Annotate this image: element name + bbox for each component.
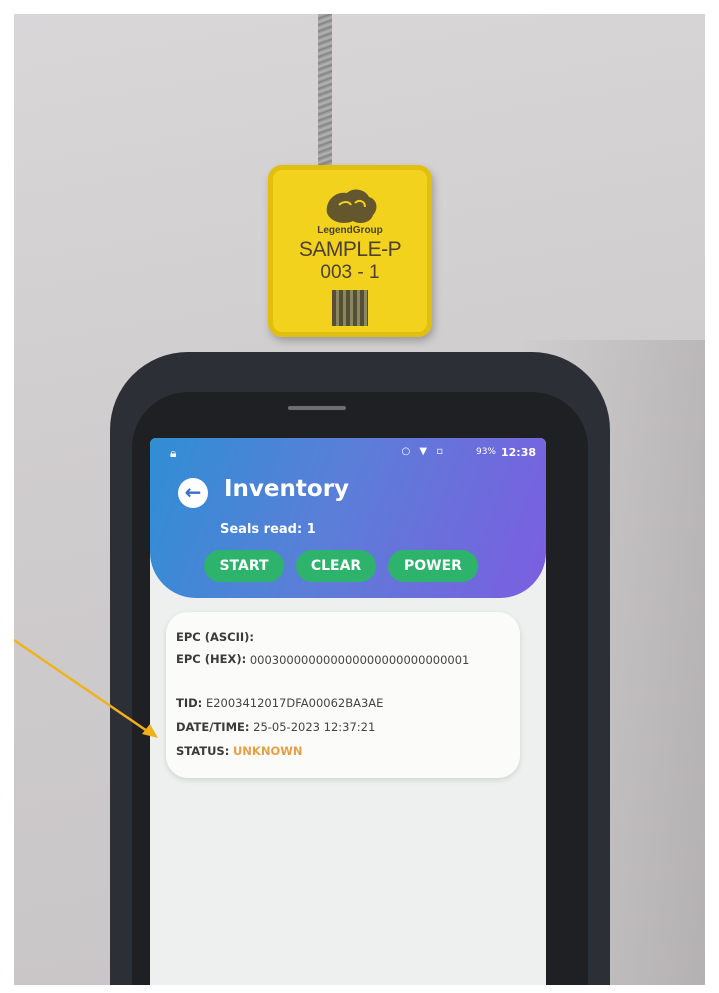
qr-code-icon (332, 290, 368, 326)
status-time: 12:38 (500, 446, 536, 459)
datetime-label: DATE/TIME: (176, 720, 250, 734)
status-bar: 🔒︎ ○ ▼ ▫ 93% 12:38 (164, 444, 536, 464)
epc-hex-value: 000300000000000000000000000001 (249, 653, 470, 667)
app-header: 🔒︎ ○ ▼ ▫ 93% 12:38 ← Inventory Seals rea… (150, 438, 546, 598)
lion-logo-icon (326, 189, 377, 223)
epc-hex-label: EPC (HEX): (176, 652, 247, 666)
signal-wifi-icons: ○ ▼ ▫ (401, 446, 446, 457)
battery-level: 93% (475, 447, 496, 457)
status-row: STATUS: UNKNOWN (176, 744, 303, 758)
seal-tag: LegendGroup SAMPLE-P 003 - 1 (268, 165, 432, 337)
page-title: Inventory (224, 476, 350, 502)
power-button[interactable]: POWER (388, 550, 478, 582)
epc-hex-row: EPC (HEX): 00030000000000000000000000000… (176, 652, 492, 668)
seal-cable (318, 0, 332, 172)
datetime-row: DATE/TIME: 25-05-2023 12:37:21 (176, 720, 375, 734)
epc-ascii-label: EPC (ASCII): (176, 630, 255, 644)
seal-record-card[interactable]: EPC (ASCII): EPC (HEX): 0003000000000000… (166, 612, 520, 778)
clear-button[interactable]: CLEAR (296, 550, 376, 582)
status-label: STATUS: (176, 744, 230, 758)
datetime-value: 25-05-2023 12:37:21 (253, 720, 376, 734)
back-arrow-icon[interactable]: ← (178, 478, 208, 508)
tid-value: E2003412017DFA00062BA3AE (205, 696, 384, 710)
status-badge: UNKNOWN (232, 744, 303, 758)
seals-read-count: Seals read: 1 (220, 522, 316, 537)
tag-brand: LegendGroup (317, 225, 383, 236)
tag-seal-number: 003 - 1 (320, 262, 380, 283)
tag-seal-id: SAMPLE-P (298, 238, 402, 261)
tid-row: TID: E2003412017DFA00062BA3AE (176, 696, 383, 710)
phone-screen: 🔒︎ ○ ▼ ▫ 93% 12:38 ← Inventory Seals rea… (150, 438, 546, 993)
start-button[interactable]: START (204, 550, 284, 582)
tid-label: TID: (176, 696, 203, 710)
lock-icon: 🔒︎ (170, 446, 177, 460)
earpiece-speaker (288, 406, 346, 410)
epc-ascii-row: EPC (ASCII): (176, 630, 254, 644)
